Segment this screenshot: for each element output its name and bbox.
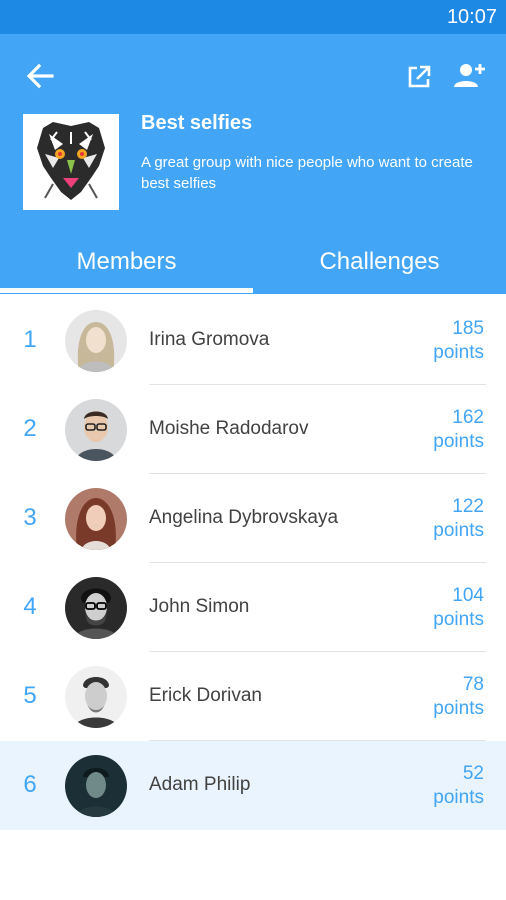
member-rank: 3 <box>23 504 37 531</box>
list-item[interactable]: 1 Irina Gromova 185 points <box>0 296 506 385</box>
avatar <box>65 399 127 461</box>
member-rank: 5 <box>23 682 37 709</box>
member-name: John Simon <box>149 596 250 617</box>
member-name: Adam Philip <box>149 774 251 795</box>
member-rank: 2 <box>23 415 37 442</box>
points-unit: points <box>433 698 484 719</box>
points-unit: points <box>433 342 484 363</box>
arrow-left-icon <box>26 63 54 89</box>
member-points: 162 points <box>404 406 484 454</box>
points-unit: points <box>433 431 484 452</box>
points-value: 122 <box>452 496 484 517</box>
list-item-current-user[interactable]: 6 Adam Philip 52 points <box>0 741 506 830</box>
group-title: Best selfies <box>141 112 253 134</box>
points-value: 162 <box>452 407 484 428</box>
member-name: Angelina Dybrovskaya <box>149 507 339 528</box>
member-name: Moishe Radodarov <box>149 418 309 439</box>
avatar <box>65 488 127 550</box>
add-member-button[interactable] <box>450 60 486 92</box>
avatar <box>65 310 127 372</box>
points-value: 185 <box>452 318 484 339</box>
points-unit: points <box>433 787 484 808</box>
member-name: Irina Gromova <box>149 329 270 350</box>
tab-indicator <box>0 288 253 293</box>
points-unit: points <box>433 609 484 630</box>
member-name: Erick Dorivan <box>149 685 262 706</box>
avatar <box>65 755 127 817</box>
member-rank: 4 <box>23 593 37 620</box>
tab-challenges[interactable]: Challenges <box>253 239 506 289</box>
member-points: 122 points <box>404 495 484 543</box>
status-bar: 10:07 <box>0 0 506 34</box>
avatar <box>65 577 127 639</box>
member-points: 78 points <box>404 673 484 721</box>
points-value: 104 <box>452 585 484 606</box>
list-item[interactable]: 2 Moishe Radodarov 162 points <box>0 385 506 474</box>
points-value: 78 <box>462 674 484 695</box>
points-unit: points <box>433 520 484 541</box>
member-rank: 1 <box>23 326 37 353</box>
points-value: 52 <box>462 763 484 784</box>
member-points: 104 points <box>404 584 484 632</box>
status-time: 10:07 <box>446 6 497 28</box>
tab-members[interactable]: Members <box>0 239 253 289</box>
back-button[interactable] <box>22 58 58 94</box>
group-header: Best selfies A great group with nice peo… <box>0 34 506 294</box>
open-external-icon <box>408 65 431 88</box>
member-rank: 6 <box>23 771 37 798</box>
share-button[interactable] <box>404 62 434 92</box>
group-avatar <box>23 114 119 210</box>
members-list: 1 Irina Gromova 185 points 2 Moishe Rado… <box>0 296 506 830</box>
avatar <box>65 666 127 728</box>
group-description: A great group with nice people who want … <box>141 154 473 192</box>
member-points: 52 points <box>404 762 484 810</box>
member-points: 185 points <box>404 317 484 365</box>
add-person-icon <box>454 64 485 87</box>
list-item[interactable]: 4 John Simon 104 points <box>0 563 506 652</box>
list-item[interactable]: 5 Erick Dorivan 78 points <box>0 652 506 741</box>
list-item[interactable]: 3 Angelina Dybrovskaya 122 points <box>0 474 506 563</box>
tiger-logo-icon <box>23 114 119 210</box>
